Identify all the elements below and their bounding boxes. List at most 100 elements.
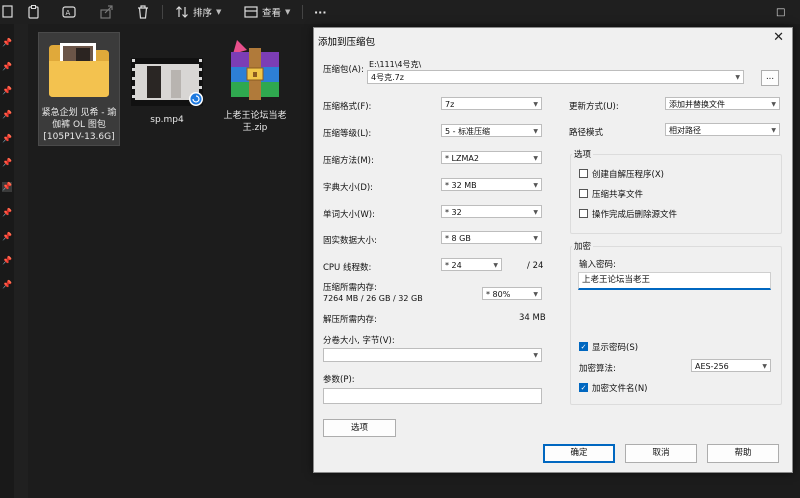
- toolbar-divider: [302, 5, 303, 19]
- chevron-down-icon: ▼: [285, 8, 291, 16]
- chevron-down-icon: ▼: [533, 209, 538, 216]
- chevron-down-icon: ▼: [493, 262, 498, 269]
- cpu-threads-label: CPU 线程数:: [323, 263, 372, 273]
- pin-icon[interactable]: 📌: [2, 232, 12, 242]
- chevron-down-icon: ▼: [771, 127, 776, 134]
- level-label: 压缩等级(L):: [323, 129, 372, 139]
- file-item-video[interactable]: sp.mp4: [127, 32, 207, 125]
- parameters-input[interactable]: [323, 388, 542, 404]
- word-size-value: * 32: [445, 208, 462, 217]
- sfx-label: 创建自解压程序(X): [592, 170, 664, 180]
- format-value: 7z: [445, 100, 455, 109]
- options-button[interactable]: 选项: [323, 419, 396, 437]
- encryption-group-title: 加密: [572, 240, 594, 252]
- svg-text:A: A: [66, 9, 71, 17]
- paste-icon[interactable]: [27, 4, 41, 20]
- restore-icon[interactable]: □: [776, 4, 785, 20]
- file-item-folder[interactable]: 紧急企划 见希 - 瑜伽裤 OL 图包 [105P1V-13.6G]: [38, 32, 120, 146]
- method-value: * LZMA2: [445, 154, 479, 163]
- chevron-down-icon: ▼: [735, 74, 740, 81]
- method-select[interactable]: * LZMA2 ▼: [441, 151, 542, 164]
- encryption-method-value: AES-256: [695, 362, 729, 371]
- solid-block-value: * 8 GB: [445, 234, 471, 243]
- encryption-method-select[interactable]: AES-256 ▼: [691, 359, 771, 372]
- encrypt-filenames-checkbox[interactable]: ✓: [579, 383, 588, 392]
- encryption-method-label: 加密算法:: [579, 364, 616, 374]
- format-label: 压缩格式(F):: [323, 102, 372, 112]
- file-label: 紧急企划 见希 - 瑜伽裤 OL 图包 [105P1V-13.6G]: [41, 108, 117, 142]
- cpu-threads-select[interactable]: * 24 ▼: [441, 258, 502, 271]
- show-password-label: 显示密码(S): [592, 343, 639, 353]
- pin-icon[interactable]: 📌: [2, 256, 12, 266]
- sort-label: 排序: [193, 8, 213, 19]
- compress-memory-detail: 7264 MB / 26 GB / 32 GB: [323, 294, 423, 303]
- password-label: 输入密码:: [579, 260, 616, 270]
- add-to-archive-dialog: 添加到压缩包 ✕ 压缩包(A): E:\111\4号克\ 4号克.7z ▼ ..…: [313, 27, 793, 473]
- chevron-down-icon: ▼: [216, 8, 222, 16]
- pin-icon[interactable]: 📌: [2, 158, 12, 168]
- close-icon[interactable]: ✕: [773, 30, 784, 45]
- more-options-button[interactable]: ···: [314, 4, 327, 20]
- chevron-down-icon: ▼: [762, 363, 767, 370]
- sort-button[interactable]: 排序 ▼: [175, 4, 221, 20]
- pin-icon[interactable]: 📌: [2, 134, 12, 144]
- level-select[interactable]: 5 - 标准压缩 ▼: [441, 124, 542, 137]
- archive-path: E:\111\4号克\: [369, 60, 422, 69]
- split-size-select[interactable]: ▼: [323, 348, 542, 362]
- chevron-down-icon: ▼: [533, 101, 538, 108]
- delete-icon[interactable]: [137, 4, 149, 20]
- rename-icon[interactable]: A: [62, 4, 76, 20]
- view-icon: [244, 6, 258, 18]
- pin-icon[interactable]: 📌: [2, 182, 12, 192]
- ok-button[interactable]: 确定: [543, 444, 615, 463]
- archive-label: 压缩包(A):: [323, 65, 364, 75]
- word-size-select[interactable]: * 32 ▼: [441, 205, 542, 218]
- view-button[interactable]: 查看 ▼: [244, 4, 290, 20]
- shared-files-checkbox[interactable]: [579, 189, 588, 198]
- dictionary-value: * 32 MB: [445, 181, 477, 190]
- path-mode-select[interactable]: 相对路径 ▼: [665, 123, 780, 136]
- dialog-title: 添加到压缩包: [318, 37, 376, 48]
- pin-icon[interactable]: 📌: [2, 280, 12, 290]
- format-select[interactable]: 7z ▼: [441, 97, 542, 110]
- dictionary-select[interactable]: * 32 MB ▼: [441, 178, 542, 191]
- share-icon[interactable]: [100, 4, 114, 20]
- pin-icon[interactable]: 📌: [2, 38, 12, 48]
- method-label: 压缩方法(M):: [323, 156, 374, 166]
- memory-usage-value: * 80%: [486, 290, 511, 299]
- chevron-down-icon: ▼: [533, 352, 538, 359]
- cpu-threads-value: * 24: [445, 261, 462, 270]
- password-input[interactable]: 上老王论坛当老王: [578, 272, 771, 290]
- browse-button[interactable]: ...: [761, 70, 779, 86]
- pin-icon[interactable]: 📌: [2, 110, 12, 120]
- update-mode-select[interactable]: 添加并替换文件 ▼: [665, 97, 780, 110]
- chevron-down-icon: ▼: [533, 235, 538, 242]
- pin-icon[interactable]: 📌: [2, 62, 12, 72]
- pin-icon[interactable]: 📌: [2, 208, 12, 218]
- path-mode-value: 相对路径: [669, 126, 701, 135]
- pin-icon[interactable]: 📌: [2, 86, 12, 96]
- cancel-button[interactable]: 取消: [625, 444, 697, 463]
- solid-block-label: 固实数据大小:: [323, 236, 377, 246]
- memory-usage-select[interactable]: * 80% ▼: [482, 287, 542, 300]
- file-item-zip[interactable]: 上老王论坛当老王.zip: [215, 32, 295, 142]
- delete-after-checkbox[interactable]: [579, 209, 588, 218]
- split-size-label: 分卷大小, 字节(V):: [323, 336, 395, 346]
- archive-name-combo[interactable]: 4号克.7z ▼: [367, 70, 744, 84]
- solid-block-select[interactable]: * 8 GB ▼: [441, 231, 542, 244]
- sfx-checkbox[interactable]: [579, 169, 588, 178]
- nav-pane-edge: [14, 24, 28, 498]
- folder-icon: [49, 43, 109, 97]
- view-label: 查看: [262, 8, 282, 19]
- chevron-down-icon: ▼: [533, 291, 538, 298]
- cut-icon[interactable]: [2, 4, 14, 20]
- help-button[interactable]: 帮助: [707, 444, 779, 463]
- file-label: 上老王论坛当老王.zip: [223, 111, 287, 133]
- encrypt-filenames-label: 加密文件名(N): [592, 384, 648, 394]
- show-password-checkbox[interactable]: ✓: [579, 342, 588, 351]
- chevron-down-icon: ▼: [533, 128, 538, 135]
- sort-icon: [176, 6, 188, 18]
- delete-after-label: 操作完成后删除源文件: [592, 210, 678, 220]
- chevron-down-icon: ▼: [533, 182, 538, 189]
- quick-access-pins: 📌 📌 📌 📌 📌 📌 📌 📌 📌 📌 📌: [0, 24, 15, 498]
